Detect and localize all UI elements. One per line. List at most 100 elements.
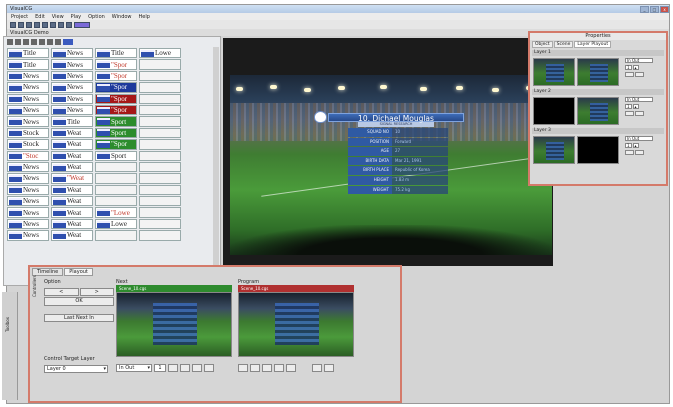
template-thumb[interactable]: Sport — [95, 127, 137, 139]
last-next-in-button[interactable]: Last Next In — [44, 314, 114, 322]
template-thumb[interactable] — [139, 139, 181, 150]
maximize-button[interactable]: □ — [650, 5, 659, 13]
template-thumb[interactable]: News — [7, 93, 49, 104]
template-thumb[interactable]: News — [7, 196, 49, 207]
take-icon[interactable] — [312, 364, 322, 372]
template-thumb[interactable]: "Spor — [95, 70, 137, 82]
spin-arrows-icon[interactable]: ▴ — [632, 65, 639, 70]
template-thumb[interactable] — [95, 173, 137, 184]
ok-button[interactable]: OK — [44, 297, 114, 306]
spin-up-icon[interactable] — [168, 364, 178, 372]
template-thumb[interactable] — [139, 218, 181, 230]
layer-program-thumb[interactable] — [577, 58, 619, 86]
loop-icon[interactable] — [286, 364, 296, 372]
template-thumb[interactable] — [95, 184, 137, 196]
template-thumb[interactable] — [139, 173, 181, 184]
next-button[interactable]: > — [79, 288, 114, 296]
template-thumb[interactable]: News — [51, 59, 93, 70]
menu-option[interactable]: Option — [88, 14, 105, 20]
template-thumb[interactable]: News — [7, 82, 49, 93]
template-thumb[interactable]: Stock — [7, 127, 49, 139]
template-thumb[interactable] — [139, 184, 181, 196]
add-icon[interactable] — [31, 38, 37, 45]
template-thumb[interactable]: Title — [7, 48, 49, 59]
template-thumb[interactable]: Stock — [7, 139, 49, 150]
template-thumb[interactable] — [139, 104, 181, 116]
template-thumb[interactable]: News — [51, 93, 93, 104]
template-thumb[interactable]: Weat — [51, 150, 93, 161]
layer-next-thumb[interactable] — [533, 58, 575, 86]
template-thumb[interactable]: "Spor — [95, 82, 137, 93]
cue-icon[interactable] — [180, 364, 190, 372]
grid-view-icon[interactable] — [7, 38, 13, 45]
layer-next-thumb[interactable] — [533, 97, 575, 125]
template-thumb[interactable]: News — [7, 173, 49, 184]
spin-arrows-icon[interactable]: ▴ — [632, 143, 639, 148]
template-thumb[interactable] — [139, 150, 181, 161]
template-thumb[interactable] — [95, 196, 137, 207]
play-icon[interactable] — [238, 364, 248, 372]
template-thumb[interactable]: Lowe — [95, 218, 137, 230]
template-thumb[interactable]: "Weat — [51, 173, 93, 184]
template-thumb[interactable]: Weat — [51, 161, 93, 173]
template-thumb[interactable] — [139, 93, 181, 104]
template-thumb[interactable] — [139, 70, 181, 82]
template-thumb[interactable]: Weat — [51, 139, 93, 150]
preview-canvas[interactable]: 10. Dichael Mouglas SIGNAL RESEARCH SQUA… — [223, 38, 553, 266]
settings-icon[interactable] — [47, 38, 53, 45]
open-folder-icon[interactable] — [18, 21, 24, 28]
template-thumb[interactable]: "Spor — [95, 59, 137, 70]
tab-playout[interactable]: Playout — [64, 268, 93, 276]
template-thumb[interactable]: News — [7, 70, 49, 82]
menu-project[interactable]: Project — [11, 14, 28, 20]
template-thumb[interactable]: Sport — [95, 116, 137, 127]
template-thumb[interactable]: News — [7, 218, 49, 230]
layer-count[interactable]: 1 — [625, 65, 632, 70]
layer-mode-select[interactable]: In Out — [625, 97, 653, 102]
target-layer-select[interactable]: Layer 0 — [44, 365, 108, 373]
new-file-icon[interactable] — [10, 21, 16, 28]
layer-program-thumb[interactable] — [577, 136, 619, 164]
template-thumb[interactable]: Weat — [51, 207, 93, 218]
prev-button[interactable]: < — [44, 288, 79, 296]
template-thumb[interactable]: News — [7, 207, 49, 218]
template-thumb[interactable]: "Spor — [95, 139, 137, 150]
template-thumb[interactable] — [139, 161, 181, 173]
template-thumb[interactable]: News — [51, 70, 93, 82]
template-thumb[interactable]: News — [7, 184, 49, 196]
play-mode-button[interactable] — [74, 21, 90, 28]
layer-count[interactable]: 1 — [625, 104, 632, 109]
template-thumb[interactable]: Title — [7, 59, 49, 70]
tab-scene[interactable]: Scene — [553, 41, 574, 48]
template-thumb[interactable]: Weat — [51, 184, 93, 196]
template-scrollbar[interactable] — [213, 47, 219, 279]
layer-in-icon[interactable] — [625, 72, 634, 77]
template-thumb[interactable] — [139, 207, 181, 218]
transition-mode-select[interactable]: In Out — [116, 364, 152, 372]
save-icon[interactable] — [26, 21, 32, 28]
template-thumb[interactable] — [95, 230, 137, 241]
layer-program-thumb[interactable] — [577, 97, 619, 125]
menu-help[interactable]: Help — [139, 14, 150, 20]
folder-icon[interactable] — [63, 38, 73, 45]
list-view-icon[interactable] — [15, 38, 21, 45]
template-thumb[interactable]: Weat — [51, 127, 93, 139]
template-thumb[interactable]: Sport — [95, 150, 137, 161]
next-preview[interactable] — [116, 292, 232, 357]
clear-icon[interactable] — [204, 364, 214, 372]
template-thumb[interactable] — [139, 82, 181, 93]
template-thumb[interactable] — [139, 196, 181, 207]
undo-icon[interactable] — [58, 21, 64, 28]
template-thumb[interactable] — [139, 230, 181, 241]
step-icon[interactable] — [262, 364, 272, 372]
layer-mode-select[interactable]: In Out — [625, 136, 653, 141]
clear-program-icon[interactable] — [324, 364, 334, 372]
layer-count[interactable]: 1 — [625, 143, 632, 148]
layer-out-icon[interactable] — [635, 111, 644, 116]
layer-out-icon[interactable] — [635, 150, 644, 155]
template-thumb[interactable]: "Spor — [95, 104, 137, 116]
template-thumb[interactable] — [139, 59, 181, 70]
redo-icon[interactable] — [66, 21, 72, 28]
remove-icon[interactable] — [39, 38, 45, 45]
detail-view-icon[interactable] — [23, 38, 29, 45]
